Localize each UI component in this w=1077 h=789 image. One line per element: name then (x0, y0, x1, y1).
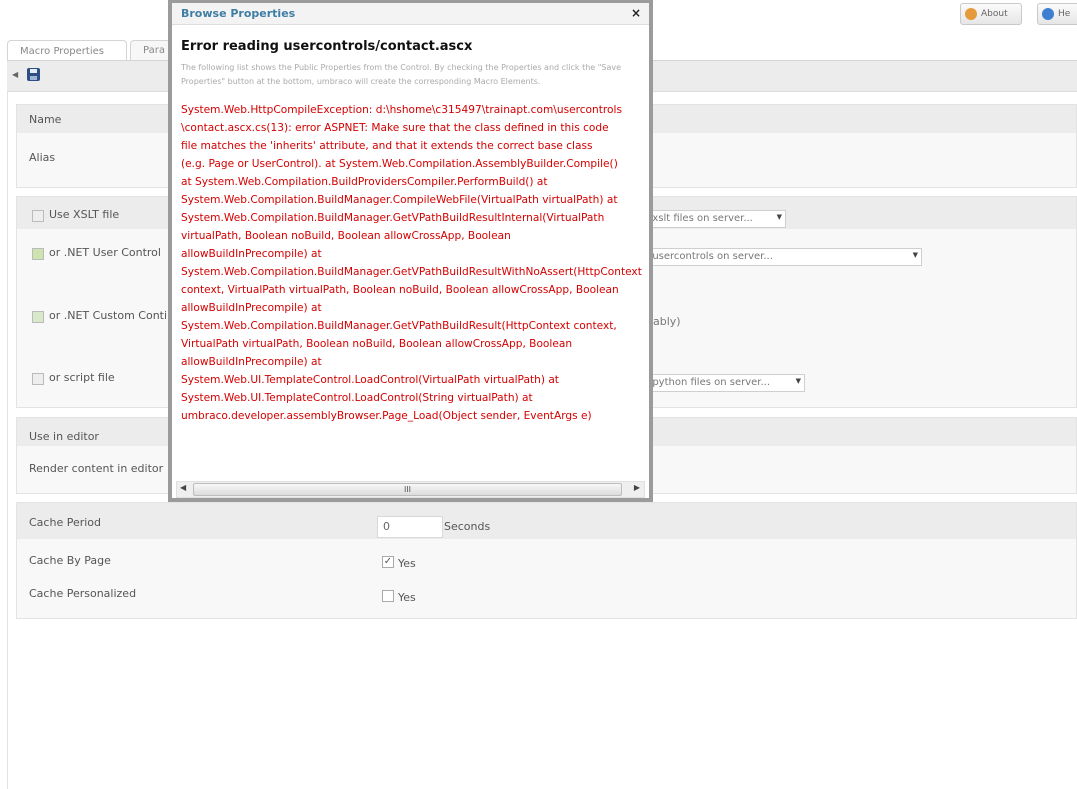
usercontrol-dropdown-value: e usercontrols on server... (643, 251, 773, 262)
cache-by-page-label: Cache By Page (29, 554, 111, 567)
xslt-label: Use XSLT file (49, 208, 120, 221)
chevron-down-icon: ▼ (795, 377, 801, 385)
modal-title-bar: Browse Properties (172, 3, 649, 25)
cache-period-unit: Seconds (444, 520, 491, 533)
cache-personalized-label: Cache Personalized (29, 587, 137, 600)
cache-personalized-text: Yes (398, 591, 416, 604)
cache-personalized-checkbox[interactable] (382, 590, 394, 602)
error-heading: Error reading usercontrols/contact.ascx (181, 39, 473, 54)
cache-period-input[interactable]: 0 (377, 516, 443, 538)
script-label: or script file (49, 371, 115, 384)
scrollbar-thumb[interactable]: III (193, 483, 622, 496)
customcontrol-suffix: ably) (653, 315, 681, 328)
tab-label: Para (143, 45, 165, 56)
about-label: About (981, 9, 1008, 19)
xslt-dropdown-value: e xslt files on server... (643, 213, 753, 224)
help-label: He (1058, 9, 1071, 19)
about-button[interactable]: About (960, 3, 1022, 25)
error-message: System.Web.HttpCompileException: d:\hsho… (181, 104, 642, 422)
scroll-right-icon[interactable]: ▶ (634, 483, 640, 492)
script-dropdown-value: e python files on server... (643, 377, 771, 388)
usercontrol-label: or .NET User Control (49, 246, 161, 259)
help-icon (1042, 8, 1054, 20)
cache-period-label: Cache Period (29, 516, 102, 529)
chevron-down-icon: ▼ (912, 251, 918, 259)
alias-label: Alias (29, 151, 56, 164)
tab-label: Macro Properties (20, 45, 104, 57)
modal-title: Browse Properties (181, 7, 296, 20)
usercontrol-icon (32, 248, 44, 260)
cache-by-page-checkbox[interactable]: ✓ (382, 556, 394, 568)
cache-by-page-text: Yes (398, 557, 416, 570)
help-button[interactable]: He (1037, 3, 1077, 25)
xslt-file-icon (32, 210, 44, 222)
save-icon[interactable] (27, 68, 40, 81)
script-file-icon (32, 373, 44, 385)
tab-macro-properties[interactable]: Macro Properties (7, 40, 127, 61)
horizontal-scrollbar[interactable]: ◀ III ▶ (176, 481, 645, 498)
modal-body: Browse Properties × Error reading userco… (172, 3, 649, 498)
info-text: The following list shows the Public Prop… (181, 63, 622, 86)
toolbar-arrow-icon[interactable]: ◀ (12, 70, 18, 79)
close-icon[interactable]: × (631, 6, 641, 20)
use-in-editor-label: Use in editor (29, 430, 99, 443)
chevron-down-icon: ▼ (776, 213, 782, 221)
script-dropdown[interactable]: e python files on server... ▼ (640, 374, 805, 392)
name-label: Name (29, 113, 62, 126)
usercontrol-dropdown[interactable]: e usercontrols on server... ▼ (640, 248, 922, 266)
xslt-dropdown[interactable]: e xslt files on server... ▼ (640, 210, 786, 228)
panel-header (17, 503, 1076, 539)
render-content-label: Render content in editor (29, 462, 164, 475)
cache-panel: Cache Period Cache By Page Cache Persona… (16, 502, 1077, 619)
customcontrol-icon (32, 311, 44, 323)
about-icon (965, 8, 977, 20)
customcontrol-label: or .NET Custom Conti (49, 309, 168, 322)
scroll-left-icon[interactable]: ◀ (180, 483, 186, 492)
browse-properties-modal: Browse Properties × Error reading userco… (168, 0, 653, 502)
